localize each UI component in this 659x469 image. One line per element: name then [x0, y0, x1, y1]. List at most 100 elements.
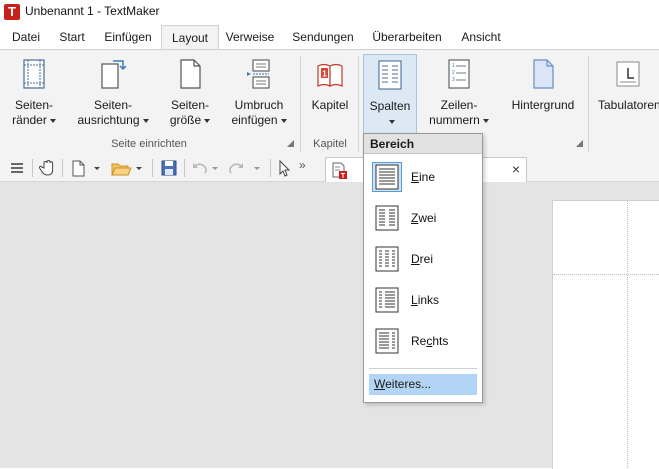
tab-einfuegen[interactable]: Einfügen — [98, 27, 158, 49]
columns-label: Spalten — [369, 99, 411, 113]
toolbar-separator — [152, 159, 153, 177]
tabs-button[interactable]: Tabulatoren — [594, 54, 659, 134]
tab-sendungen[interactable]: Sendungen — [288, 27, 358, 49]
columns-icon — [378, 60, 402, 90]
tab-start[interactable]: Start — [52, 27, 92, 49]
svg-text:3: 3 — [452, 77, 455, 83]
chevron-down-icon — [280, 118, 287, 123]
three-columns-icon — [375, 246, 399, 272]
chevron-down-icon — [204, 118, 211, 123]
columns-option-right-label: Rechts — [411, 334, 449, 348]
ribbon-tabs: Datei Start Einfügen Layout Verweise Sen… — [0, 24, 659, 50]
line-numbers-icon: 1 2 3 — [448, 59, 470, 89]
hamburger-menu-icon[interactable] — [8, 158, 26, 178]
one-column-icon — [375, 164, 399, 190]
ribbon-layout: Seiten-ränder Seiten-ausrichtung Seiten-… — [0, 49, 659, 156]
insert-break-label-1: Umbruch — [234, 98, 284, 112]
textmaker-document-icon: T — [332, 162, 347, 180]
toolbar-separator — [62, 159, 63, 177]
tab-verweise[interactable]: Verweise — [222, 27, 278, 49]
line-numbers-button[interactable]: 1 2 3 Zeilen-nummern — [424, 54, 494, 134]
chevron-down-icon[interactable] — [252, 158, 262, 178]
chevron-down-icon[interactable] — [92, 158, 102, 178]
new-document-icon[interactable] — [70, 158, 86, 178]
hand-tool-icon[interactable] — [38, 158, 58, 178]
page-size-label-1: Seiten- — [170, 98, 210, 112]
group-label-page-setup: Seite einrichten — [111, 138, 187, 150]
columns-button[interactable]: Spalten — [363, 54, 417, 136]
page-size-icon — [180, 59, 201, 89]
margins-label-1: Seiten- — [14, 98, 54, 112]
page-orientation-icon — [101, 60, 127, 89]
toolbar-overflow-button[interactable]: » — [299, 158, 309, 178]
tabs-label: Tabulatoren — [598, 98, 659, 112]
pointer-arrow-icon[interactable] — [276, 158, 292, 178]
margin-guide — [627, 201, 628, 468]
orientation-button[interactable]: Seiten-ausrichtung — [72, 54, 154, 134]
tab-stop-icon — [616, 61, 639, 87]
chevron-down-icon — [49, 118, 56, 123]
tab-ansicht[interactable]: Ansicht — [456, 27, 506, 49]
tab-layout[interactable]: Layout — [161, 25, 219, 50]
group-label-chapter: Kapitel — [313, 138, 347, 150]
tab-ueberarbeiten[interactable]: Überarbeiten — [368, 27, 446, 49]
columns-menu-header: Bereich — [364, 134, 482, 154]
columns-option-left-label: Links — [411, 293, 440, 307]
columns-dialog-launcher[interactable] — [576, 140, 583, 147]
insert-break-button[interactable]: Umbruch einfügen — [226, 54, 292, 134]
save-icon[interactable] — [160, 158, 178, 178]
columns-more-options[interactable]: Weiteres... — [369, 374, 477, 395]
chapter-label: Kapitel — [311, 98, 349, 112]
margins-label-2: ränder — [12, 113, 47, 127]
window-title: Unbenannt 1 - TextMaker — [25, 4, 160, 18]
margins-button[interactable]: Seiten-ränder — [6, 54, 62, 134]
columns-option-three-label: Drei — [411, 252, 434, 266]
svg-text:1: 1 — [322, 70, 327, 79]
toolbar-separator — [270, 159, 271, 177]
svg-text:1: 1 — [452, 63, 455, 69]
columns-option-three[interactable]: Drei — [369, 241, 477, 277]
toolbar-separator — [32, 159, 33, 177]
chapter-button[interactable]: 1 Kapitel — [306, 54, 354, 134]
insert-break-label-2: einfügen — [231, 113, 278, 127]
group-separator — [300, 56, 301, 152]
page-background-icon — [533, 59, 554, 89]
columns-option-right[interactable]: Rechts — [369, 323, 477, 359]
redo-icon[interactable] — [228, 158, 246, 178]
background-button[interactable]: Hintergrund — [504, 54, 582, 134]
margin-guide — [553, 274, 659, 275]
left-columns-icon — [375, 287, 399, 313]
background-label: Hintergrund — [511, 98, 575, 112]
close-document-tab-icon[interactable]: × — [512, 161, 520, 177]
orientation-label-2: ausrichtung — [77, 113, 140, 127]
chapter-book-icon: 1 — [317, 63, 343, 87]
undo-icon[interactable] — [190, 158, 208, 178]
textmaker-app-icon[interactable]: T — [4, 4, 20, 20]
group-separator — [358, 56, 359, 152]
tab-datei[interactable]: Datei — [6, 27, 46, 49]
right-columns-icon — [375, 328, 399, 354]
page-setup-dialog-launcher[interactable] — [287, 140, 294, 147]
chevron-down-icon — [482, 118, 489, 123]
title-bar: T Unbenannt 1 - TextMaker — [0, 0, 659, 24]
columns-option-one-label: Eine — [411, 170, 436, 184]
chevron-down-icon[interactable] — [210, 158, 220, 178]
menu-separator — [369, 368, 477, 369]
columns-option-left[interactable]: Links — [369, 282, 477, 318]
line-numbers-label-1: Zeilen- — [440, 98, 478, 112]
line-numbers-label-2: nummern — [429, 113, 480, 127]
open-folder-icon[interactable] — [110, 158, 132, 178]
group-separator — [588, 56, 589, 152]
document-page[interactable] — [552, 200, 659, 469]
chevron-down-icon — [388, 119, 395, 124]
page-size-button[interactable]: Seiten-größe — [164, 54, 216, 134]
chevron-down-icon — [142, 118, 149, 123]
columns-option-one[interactable]: Eine — [369, 159, 477, 195]
orientation-label-1: Seiten- — [93, 98, 133, 112]
columns-option-two[interactable]: Zwei — [369, 200, 477, 236]
two-columns-icon — [375, 205, 399, 231]
page-break-icon — [247, 59, 270, 89]
toolbar-separator — [184, 159, 185, 177]
svg-text:2: 2 — [452, 70, 455, 76]
chevron-down-icon[interactable] — [134, 158, 144, 178]
